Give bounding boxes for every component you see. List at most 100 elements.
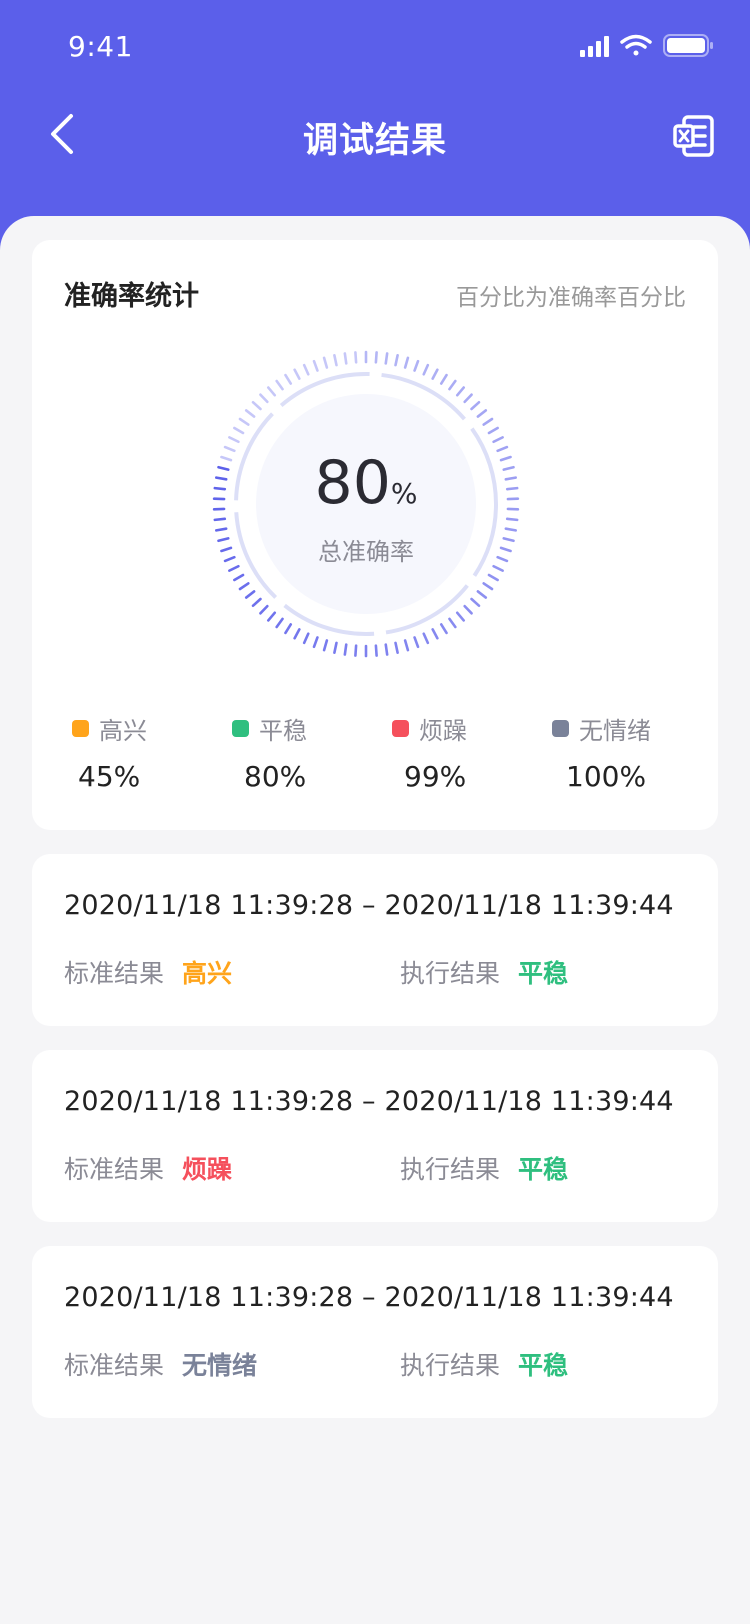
accuracy-stats-card: 准确率统计 百分比为准确率百分比 80% 总准确率 高兴 45% 平稳 80% … xyxy=(32,240,718,830)
standard-result-label: 标准结果 xyxy=(64,1351,165,1380)
legend-item-happy: 高兴 45% xyxy=(72,710,232,793)
record-results: 标准结果 高兴 执行结果 平稳 xyxy=(64,954,704,994)
gauge-tick xyxy=(455,611,466,622)
gauge-tick xyxy=(439,373,448,385)
gauge-tick xyxy=(233,573,245,582)
gauge-tick xyxy=(312,359,319,372)
gauge-tick xyxy=(492,436,504,444)
legend-label: 平稳 xyxy=(259,716,307,745)
legend-swatch xyxy=(552,719,569,737)
legend-item-neutral: 无情绪 100% xyxy=(552,710,712,793)
legend-value: 45% xyxy=(78,760,141,793)
gauge-tick xyxy=(302,632,310,645)
gauge-tick xyxy=(504,527,517,532)
gauge-tick xyxy=(244,409,256,418)
execution-result-label: 执行结果 xyxy=(400,1155,501,1184)
gauge-tick xyxy=(374,644,378,657)
gauge-tick xyxy=(482,582,494,591)
gauge-tick xyxy=(228,436,240,444)
gauge-tick xyxy=(266,611,277,622)
legend-item-calm: 平稳 80% xyxy=(232,710,392,793)
gauge-tick xyxy=(284,373,293,385)
gauge-tick xyxy=(312,636,319,649)
gauge-tick xyxy=(259,604,269,615)
gauge-tick xyxy=(384,352,389,365)
gauge-tick xyxy=(215,527,228,532)
gauge-tick xyxy=(394,641,399,654)
gauge-tick xyxy=(476,409,488,418)
record-results: 标准结果 烦躁 执行结果 平稳 xyxy=(64,1150,704,1190)
standard-result-label: 标准结果 xyxy=(64,1155,165,1184)
gauge-tick xyxy=(455,386,466,397)
legend-value: 100% xyxy=(566,760,647,793)
legend-label: 烦躁 xyxy=(419,716,467,745)
gauge-tick xyxy=(470,400,481,411)
gauge-tick xyxy=(422,632,430,645)
gauge-tick xyxy=(233,426,245,435)
gauge-tick xyxy=(302,363,310,376)
record-time-range: 2020/11/18 11:39:28 – 2020/11/18 11:39:4… xyxy=(64,1282,674,1313)
gauge-tick xyxy=(448,379,457,391)
record-card[interactable]: 2020/11/18 11:39:28 – 2020/11/18 11:39:4… xyxy=(32,1246,718,1418)
gauge-tick xyxy=(448,617,457,629)
record-time-range: 2020/11/18 11:39:28 – 2020/11/18 11:39:4… xyxy=(64,1086,674,1117)
legend-value: 99% xyxy=(404,760,467,793)
export-excel-button[interactable] xyxy=(668,110,720,162)
execution-result-label: 执行结果 xyxy=(400,1351,501,1380)
gauge-tick xyxy=(333,354,338,367)
gauge-tick xyxy=(463,393,473,404)
gauge-tick xyxy=(487,426,499,435)
gauge-tick xyxy=(293,628,301,640)
gauge-tick xyxy=(238,582,250,591)
gauge-tick xyxy=(251,597,262,608)
battery-icon xyxy=(663,34,713,57)
gauge-tick xyxy=(505,517,519,522)
gauge-tick xyxy=(431,628,439,640)
gauge-tick xyxy=(275,379,284,391)
gauge-tick xyxy=(403,639,410,652)
gauge-tick xyxy=(322,639,329,652)
gauge-tick xyxy=(266,386,277,397)
gauge-tick xyxy=(284,623,293,635)
page-title: 调试结果 xyxy=(302,121,447,161)
legend-label: 无情绪 xyxy=(579,716,651,745)
execution-result-value: 平稳 xyxy=(518,1155,569,1184)
gauge-tick xyxy=(431,368,439,380)
execution-result-value: 平稳 xyxy=(518,1351,569,1380)
gauge-tick xyxy=(343,643,348,656)
gauge-tick xyxy=(343,352,348,365)
status-time: 9:41 xyxy=(68,30,133,63)
gauge-tick xyxy=(322,356,329,369)
emotion-legend: 高兴 45% 平稳 80% 烦躁 99% 无情绪 100% xyxy=(32,710,718,810)
execution-result-label: 执行结果 xyxy=(400,959,501,988)
status-icons xyxy=(580,34,713,57)
gauge-tick xyxy=(403,356,410,369)
nav-bar: 调试结果 xyxy=(0,96,750,192)
gauge-tick xyxy=(413,636,420,649)
legend-swatch xyxy=(232,719,249,737)
gauge-tick xyxy=(238,417,250,426)
execution-result-value: 平稳 xyxy=(518,959,569,988)
standard-result-value: 高兴 xyxy=(182,959,233,988)
record-results: 标准结果 无情绪 执行结果 平稳 xyxy=(64,1346,704,1386)
legend-swatch xyxy=(72,719,89,737)
gauge-tick xyxy=(374,351,378,364)
gauge-tick xyxy=(275,617,284,629)
gauge-tick xyxy=(463,604,473,615)
gauge-tick xyxy=(476,590,488,599)
gauge-tick xyxy=(213,517,227,522)
accuracy-gauge: 80% 总准确率 xyxy=(206,344,526,664)
gauge-tick xyxy=(251,400,262,411)
record-card[interactable]: 2020/11/18 11:39:28 – 2020/11/18 11:39:4… xyxy=(32,854,718,1026)
gauge-tick xyxy=(259,393,269,404)
total-accuracy-value: 80% xyxy=(206,448,526,518)
gauge-tick xyxy=(244,590,256,599)
standard-result-label: 标准结果 xyxy=(64,959,165,988)
legend-swatch xyxy=(392,719,409,737)
standard-result-value: 无情绪 xyxy=(182,1351,258,1380)
excel-export-icon xyxy=(673,115,714,157)
record-card[interactable]: 2020/11/18 11:39:28 – 2020/11/18 11:39:4… xyxy=(32,1050,718,1222)
stats-title: 准确率统计 xyxy=(64,281,199,312)
gauge-tick xyxy=(487,573,499,582)
gauge-tick xyxy=(354,644,358,657)
